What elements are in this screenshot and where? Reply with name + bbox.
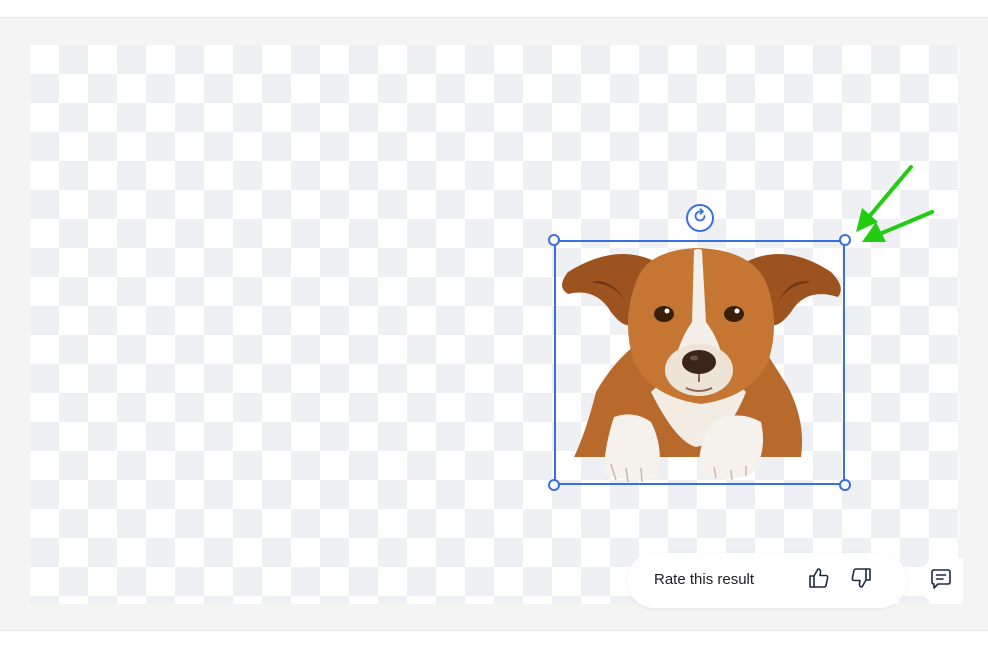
rate-result-bar: Rate this result (627, 553, 907, 608)
comment-icon (929, 567, 953, 596)
resize-handle-top-left[interactable] (548, 234, 560, 246)
bottom-strip (0, 630, 988, 658)
thumbs-down-button[interactable] (848, 567, 874, 593)
rate-result-label: Rate this result (654, 571, 755, 588)
rotate-handle[interactable] (686, 204, 714, 232)
resize-handle-bottom-right[interactable] (839, 479, 851, 491)
thumbs-up-button[interactable] (806, 567, 832, 593)
thumbs-up-icon (807, 566, 831, 595)
comment-button[interactable] (919, 558, 963, 604)
top-bar (0, 0, 988, 18)
resize-handle-bottom-left[interactable] (548, 479, 560, 491)
thumbs-down-icon (849, 566, 873, 595)
selection-bounding-box[interactable] (554, 240, 845, 485)
rotate-icon (692, 207, 708, 229)
annotation-arrows (850, 160, 950, 260)
